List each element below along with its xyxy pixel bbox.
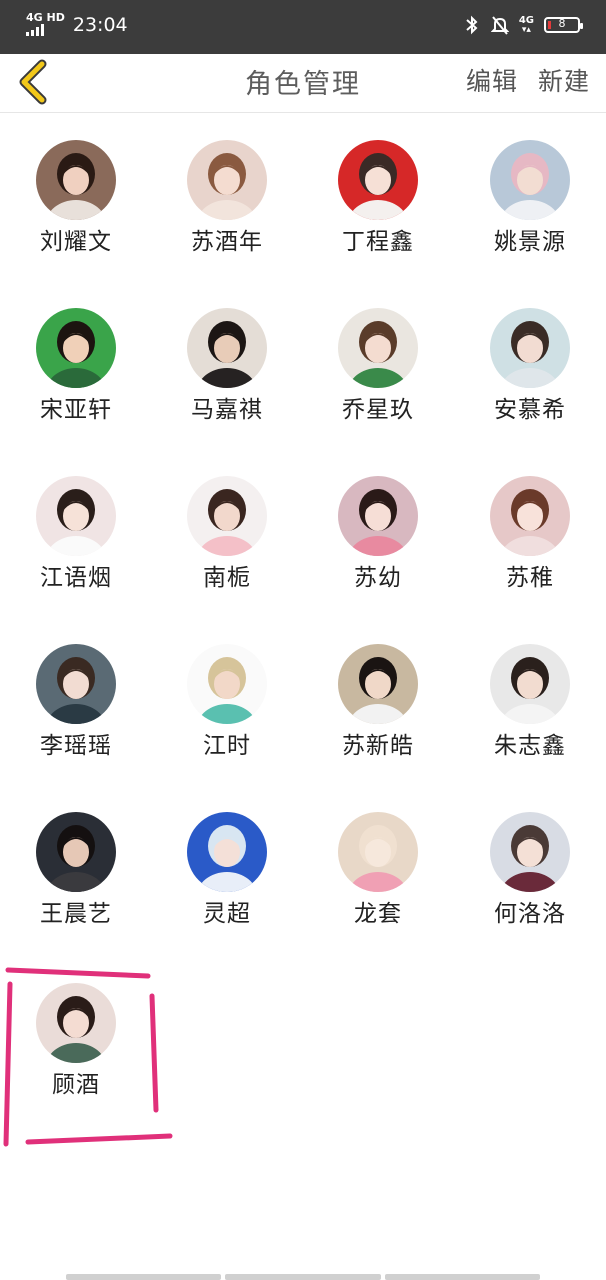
- avatar: [490, 812, 570, 892]
- avatar: [490, 308, 570, 388]
- status-bar: 4G HD 23:04 4G ▾▴ 8: [0, 0, 606, 54]
- role-name: 南栀: [203, 565, 251, 591]
- role-name: 苏稚: [506, 565, 554, 591]
- avatar: [338, 644, 418, 724]
- clock: 23:04: [72, 13, 128, 36]
- nav-segment[interactable]: [225, 1274, 381, 1280]
- signal-icon: 4G HD: [26, 11, 65, 36]
- role-item[interactable]: 丁程鑫: [303, 140, 453, 256]
- avatar: [187, 476, 267, 556]
- mobile-data-icon: 4G ▾▴: [518, 14, 534, 35]
- header-bar: 角色管理 编辑 新建: [0, 54, 606, 113]
- role-item[interactable]: 苏稚: [455, 476, 605, 592]
- role-item[interactable]: 江时: [152, 644, 302, 760]
- header-actions: 编辑 新建: [466, 62, 590, 98]
- avatar: [36, 308, 116, 388]
- role-name: 乔星玖: [342, 397, 414, 423]
- role-name: 李瑶瑶: [40, 733, 112, 759]
- network-type-right: 4G: [518, 14, 534, 26]
- avatar: [187, 644, 267, 724]
- avatar: [36, 983, 116, 1063]
- role-item[interactable]: 马嘉祺: [152, 308, 302, 424]
- role-item[interactable]: 苏幼: [303, 476, 453, 592]
- role-item[interactable]: 顾酒: [1, 983, 151, 1099]
- avatar: [338, 140, 418, 220]
- battery-icon: 8: [544, 17, 583, 33]
- status-right: 4G ▾▴ 8: [463, 14, 583, 36]
- role-item[interactable]: 何洛洛: [455, 812, 605, 928]
- role-item[interactable]: 宋亚轩: [1, 308, 151, 424]
- avatar: [36, 644, 116, 724]
- avatar: [490, 644, 570, 724]
- avatar: [187, 308, 267, 388]
- network-type-left: 4G HD: [26, 11, 65, 24]
- avatar: [490, 140, 570, 220]
- role-item[interactable]: 灵超: [152, 812, 302, 928]
- role-item[interactable]: 苏新皓: [303, 644, 453, 760]
- avatar: [36, 476, 116, 556]
- avatar: [187, 812, 267, 892]
- navigation-bar: [66, 1274, 540, 1280]
- role-item[interactable]: 龙套: [303, 812, 453, 928]
- status-left: 4G HD 23:04: [26, 11, 128, 36]
- avatar: [338, 308, 418, 388]
- role-name: 安慕希: [494, 397, 566, 423]
- role-name: 马嘉祺: [191, 397, 263, 423]
- role-name: 顾酒: [52, 1072, 100, 1098]
- role-item[interactable]: 李瑶瑶: [1, 644, 151, 760]
- avatar: [338, 812, 418, 892]
- role-name: 丁程鑫: [342, 229, 414, 255]
- role-name: 王晨艺: [40, 901, 112, 927]
- role-item[interactable]: 江语烟: [1, 476, 151, 592]
- avatar: [187, 140, 267, 220]
- role-name: 宋亚轩: [40, 397, 112, 423]
- role-name: 苏幼: [354, 565, 402, 591]
- role-item[interactable]: 王晨艺: [1, 812, 151, 928]
- mute-icon: [490, 16, 509, 35]
- role-name: 龙套: [354, 901, 402, 927]
- role-item[interactable]: 苏酒年: [152, 140, 302, 256]
- role-name: 灵超: [203, 901, 251, 927]
- role-item[interactable]: 安慕希: [455, 308, 605, 424]
- avatar: [338, 476, 418, 556]
- role-name: 刘耀文: [40, 229, 112, 255]
- edit-button[interactable]: 编辑: [466, 62, 518, 98]
- new-button[interactable]: 新建: [538, 62, 590, 98]
- role-item[interactable]: 姚景源: [455, 140, 605, 256]
- nav-segment[interactable]: [66, 1274, 222, 1280]
- bluetooth-icon: [466, 15, 478, 35]
- role-item[interactable]: 乔星玖: [303, 308, 453, 424]
- nav-segment[interactable]: [384, 1274, 540, 1280]
- role-name: 何洛洛: [494, 901, 566, 927]
- role-name: 江语烟: [40, 565, 112, 591]
- avatar: [490, 476, 570, 556]
- avatar: [36, 812, 116, 892]
- avatar: [36, 140, 116, 220]
- role-item[interactable]: 朱志鑫: [455, 644, 605, 760]
- role-name: 朱志鑫: [494, 733, 566, 759]
- role-item[interactable]: 刘耀文: [1, 140, 151, 256]
- role-name: 苏新皓: [342, 733, 414, 759]
- battery-percent: 8: [558, 17, 566, 30]
- role-name: 姚景源: [494, 229, 566, 255]
- role-name: 苏酒年: [191, 229, 263, 255]
- role-item[interactable]: 南栀: [152, 476, 302, 592]
- role-name: 江时: [203, 733, 251, 759]
